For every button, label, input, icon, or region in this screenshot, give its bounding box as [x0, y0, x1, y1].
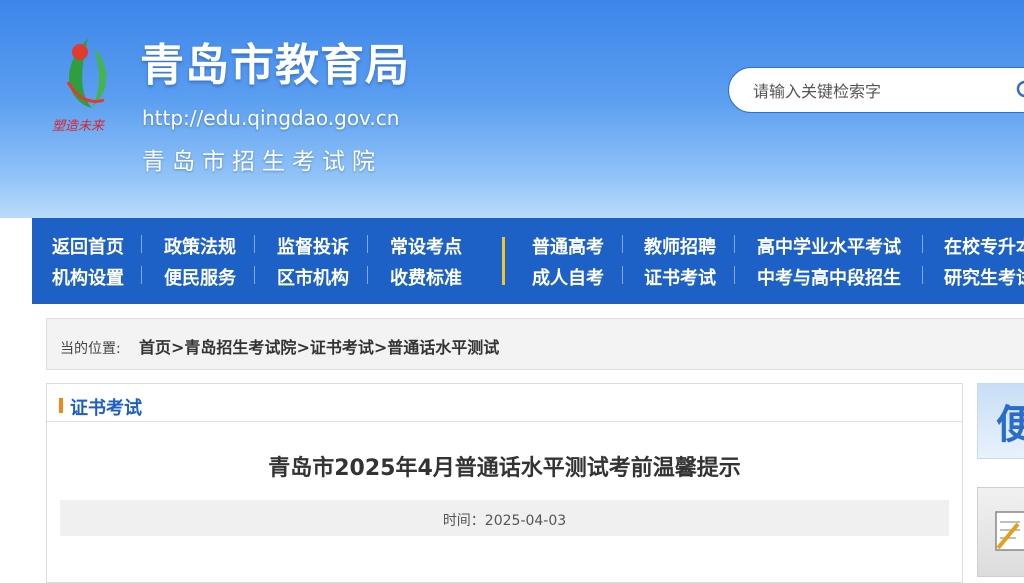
breadcrumb-separator: > — [373, 338, 388, 357]
nav-item-home[interactable]: 返回首页 — [52, 233, 124, 259]
publish-date: 时间：2025-04-03 — [442, 513, 567, 529]
nav-separator — [922, 235, 923, 253]
site-title[interactable]: 青岛市教育局 — [140, 44, 410, 88]
nav-separator — [367, 235, 368, 253]
nav-item-teacher-recruit[interactable]: 教师招聘 — [644, 233, 716, 259]
nav-separator — [622, 266, 623, 284]
breadcrumb: 当的位置: 首页>青岛招生考试院>证书考试>普通话水平测试 — [46, 318, 1024, 370]
banner-glyph: 便 — [996, 392, 1024, 450]
article-title: 青岛市2025年4月普通话水平测试考前温馨提示 — [268, 456, 741, 481]
article-panel: 证书考试 青岛市2025年4月普通话水平测试考前温馨提示 时间：2025-04-… — [46, 383, 963, 583]
section-header: 证书考试 — [47, 384, 962, 422]
logo-slogan: 塑造未来 — [52, 119, 106, 134]
breadcrumb-label: 当的位置: — [60, 341, 121, 357]
site-header: 塑造未来 青岛市教育局 http://edu.qingdao.gov.cn 青岛… — [0, 0, 1024, 218]
nav-separator — [254, 235, 255, 253]
nav-separator — [734, 266, 735, 284]
sidebar-banner-document[interactable] — [977, 487, 1024, 577]
search-icon[interactable] — [1015, 79, 1024, 103]
nav-item-fees[interactable]: 收费标准 — [390, 264, 462, 290]
breadcrumb-exam-institute[interactable]: 青岛招生考试院 — [184, 338, 296, 357]
nav-item-certificate[interactable]: 证书考试 — [644, 264, 716, 290]
section-marker — [59, 398, 63, 413]
breadcrumb-separator: > — [171, 338, 185, 357]
site-url: http://edu.qingdao.gov.cn — [142, 106, 400, 130]
nav-separator — [141, 235, 142, 253]
article-meta: 时间：2025-04-03 — [60, 500, 949, 536]
nav-item-organization[interactable]: 机构设置 — [52, 264, 124, 290]
nav-separator — [922, 266, 923, 284]
nav-item-zhongkao[interactable]: 中考与高中段招生 — [757, 264, 901, 290]
nav-separator — [734, 235, 735, 253]
nav-item-upgrade[interactable]: 在校专升本 — [944, 233, 1024, 259]
nav-item-academic-test[interactable]: 高中学业水平考试 — [757, 233, 901, 259]
nav-item-policy[interactable]: 政策法规 — [164, 233, 236, 259]
section-title[interactable]: 证书考试 — [70, 394, 142, 420]
document-pencil-icon — [995, 511, 1024, 551]
nav-item-exam-sites[interactable]: 常设考点 — [390, 233, 462, 259]
nav-item-self-study[interactable]: 成人自考 — [532, 264, 604, 290]
nav-group-divider — [502, 237, 505, 285]
main-nav: 返回首页 政策法规 监督投诉 常设考点 普通高考 教师招聘 高中学业水平考试 在… — [32, 218, 1024, 304]
nav-separator — [367, 266, 368, 284]
breadcrumb-separator: > — [296, 338, 310, 357]
nav-item-complaints[interactable]: 监督投诉 — [277, 233, 349, 259]
breadcrumb-certificate[interactable]: 证书考试 — [310, 338, 374, 357]
search-box — [728, 67, 1024, 113]
breadcrumb-links: 首页>青岛招生考试院>证书考试>普通话水平测试 — [139, 334, 499, 358]
logo-emblem-icon[interactable]: 塑造未来 — [48, 30, 130, 140]
site-subtitle: 青岛市招生考试院 — [142, 149, 382, 175]
sidebar-banner-service[interactable]: 便 — [977, 383, 1024, 459]
breadcrumb-mandarin-test[interactable]: 普通话水平测试 — [387, 338, 499, 357]
nav-item-graduate[interactable]: 研究生考试 — [944, 264, 1024, 290]
nav-item-services[interactable]: 便民服务 — [164, 264, 236, 290]
nav-separator — [622, 235, 623, 253]
breadcrumb-home[interactable]: 首页 — [139, 338, 171, 357]
nav-item-gaokao[interactable]: 普通高考 — [532, 233, 604, 259]
nav-separator — [254, 266, 255, 284]
nav-separator — [141, 266, 142, 284]
nav-item-district[interactable]: 区市机构 — [277, 264, 349, 290]
search-input[interactable] — [751, 78, 995, 104]
